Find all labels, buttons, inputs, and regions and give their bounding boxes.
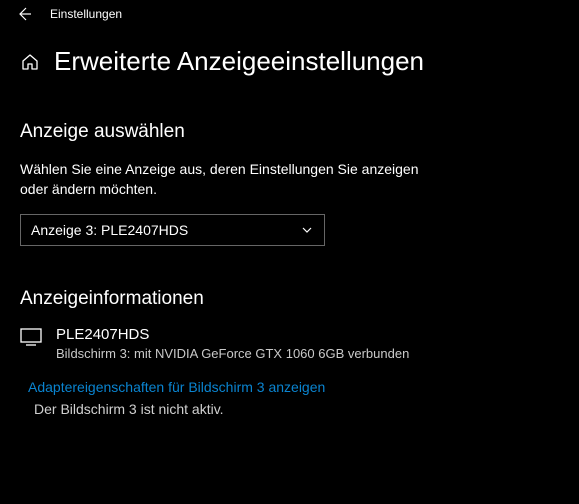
select-display-description: Wählen Sie eine Anzeige aus, deren Einst… (20, 159, 450, 200)
home-icon[interactable] (20, 52, 40, 72)
monitor-icon (20, 328, 42, 346)
chevron-down-icon (300, 223, 314, 237)
adapter-properties-link[interactable]: Adaptereigenschaften für Bildschirm 3 an… (28, 379, 325, 395)
display-info-heading: Anzeigeinformationen (20, 288, 559, 310)
display-info-block: PLE2407HDS Bildschirm 3: mit NVIDIA GeFo… (20, 326, 559, 361)
back-icon[interactable] (16, 6, 32, 22)
device-name: PLE2407HDS (56, 326, 409, 343)
title-row: Erweiterte Anzeigeeinstellungen (0, 28, 579, 85)
settings-label: Einstellungen (50, 7, 122, 21)
display-status: Der Bildschirm 3 ist nicht aktiv. (34, 401, 559, 417)
topbar: Einstellungen (0, 0, 579, 28)
display-info-text: PLE2407HDS Bildschirm 3: mit NVIDIA GeFo… (56, 326, 409, 361)
select-display-section: Anzeige auswählen Wählen Sie eine Anzeig… (0, 85, 579, 417)
page-title: Erweiterte Anzeigeeinstellungen (54, 46, 424, 77)
device-detail: Bildschirm 3: mit NVIDIA GeForce GTX 106… (56, 346, 409, 361)
select-display-heading: Anzeige auswählen (20, 121, 559, 143)
display-dropdown[interactable]: Anzeige 3: PLE2407HDS (20, 214, 325, 246)
dropdown-selected-value: Anzeige 3: PLE2407HDS (31, 222, 188, 238)
